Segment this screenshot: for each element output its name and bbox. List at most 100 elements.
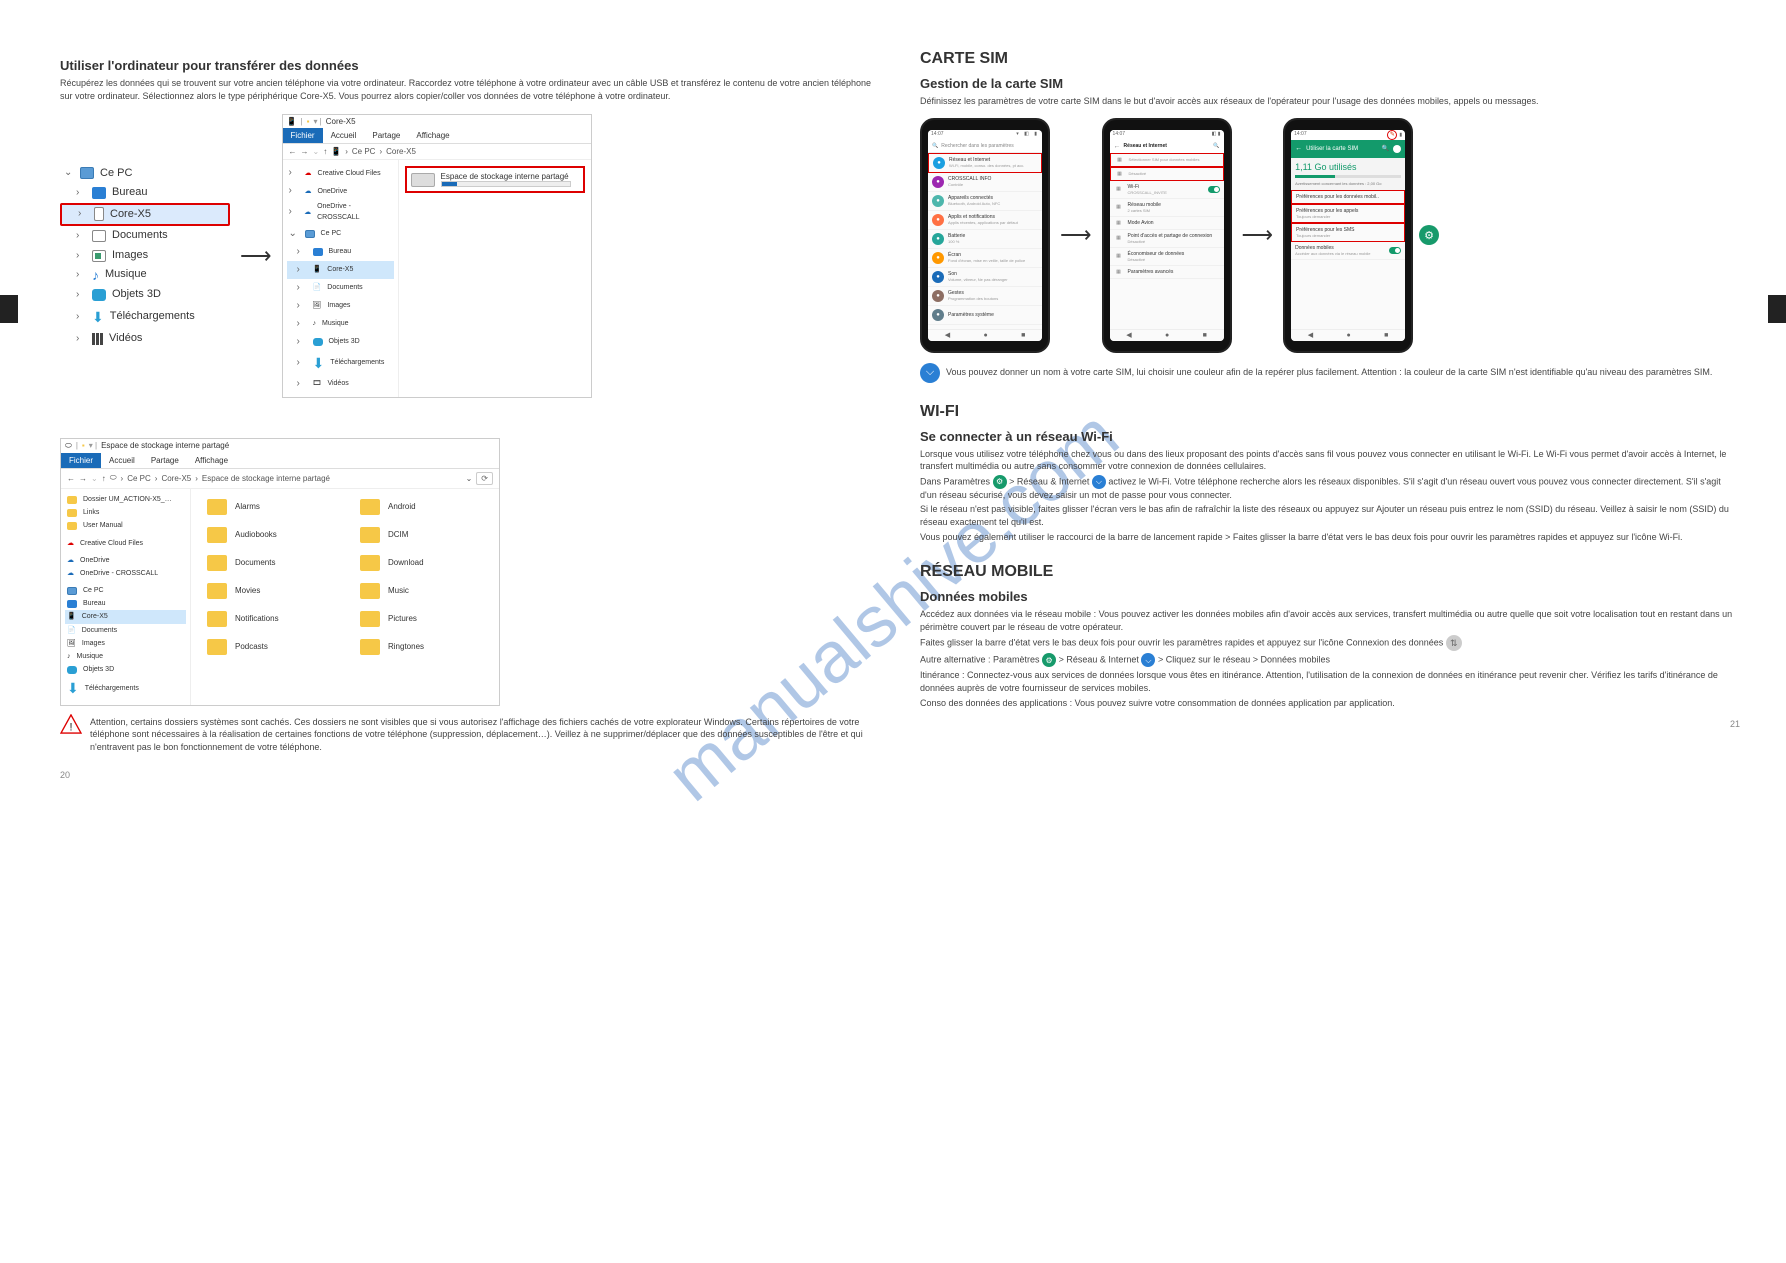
network-row[interactable]: ▦Sélectionner SIM pour données mobiles — [1110, 153, 1224, 167]
nav-item[interactable]: Objets 3D — [65, 663, 186, 676]
nav-item[interactable]: ☁OneDrive - CROSSCALL — [65, 567, 186, 580]
nav-item[interactable]: User Manual — [65, 519, 186, 532]
back-icon[interactable]: ← — [289, 147, 297, 156]
tab-fichier[interactable]: Fichier — [283, 128, 323, 143]
search-icon[interactable]: 🔍 — [1382, 145, 1389, 152]
tree-item-videos[interactable]: › Vidéos — [60, 329, 230, 349]
tab-affichage[interactable]: Affichage — [187, 453, 236, 468]
tree-item-images[interactable]: › Images — [60, 246, 230, 266]
breadcrumb-a[interactable]: Ce PC — [352, 147, 376, 156]
nav-item-selected[interactable]: ›📱Core-X5 — [287, 261, 394, 279]
nav-item[interactable]: ›☁OneDrive - CROSSCALL — [287, 200, 394, 224]
edit-icon[interactable]: ✎ — [1387, 130, 1397, 140]
tab-fichier[interactable]: Fichier — [61, 453, 101, 468]
settings-row[interactable]: ●Batterie100 % — [928, 230, 1042, 249]
breadcrumb-b[interactable]: Core-X5 — [386, 147, 416, 156]
nav-item[interactable]: Bureau — [65, 597, 186, 610]
folder-music[interactable]: Music — [360, 583, 483, 599]
forward-icon[interactable]: → — [301, 147, 309, 156]
tree-item-bureau[interactable]: › Bureau — [60, 183, 230, 203]
settings-row[interactable]: ●Appareils connectésBluetooth, Android A… — [928, 192, 1042, 211]
network-row[interactable]: ▦Économiseur de donnéesDésactivé — [1110, 248, 1224, 266]
nav-item-selected[interactable]: 📱Core-X5 — [65, 610, 186, 623]
address-bar[interactable]: ← → ⌄ ↑ ⬭ › Ce PC › Core-X5 › Espace de … — [61, 469, 499, 489]
folder-pictures[interactable]: Pictures — [360, 611, 483, 627]
folder-notifications[interactable]: Notifications — [207, 611, 330, 627]
forward-icon[interactable]: → — [79, 474, 87, 483]
tree-item-corex5[interactable]: › Core-X5 — [60, 203, 230, 227]
nav-item[interactable]: Links — [65, 506, 186, 519]
folder-download[interactable]: Download — [360, 555, 483, 571]
refresh-icon[interactable]: ⟳ — [476, 472, 493, 485]
up-icon[interactable]: ⌄ — [313, 147, 320, 156]
network-row[interactable]: ▦Paramètres avancés — [1110, 266, 1224, 279]
sim-pref-row[interactable]: Données mobilesAccéder aux données via l… — [1291, 242, 1405, 260]
tab-accueil[interactable]: Accueil — [101, 453, 143, 468]
tree-item-documents[interactable]: › Documents — [60, 226, 230, 246]
nav-item[interactable]: ♪Musique — [65, 650, 186, 663]
search-icon[interactable]: 🔍 — [1213, 143, 1219, 149]
sim-pref-row[interactable]: Préférences pour les SMSToujours demande… — [1291, 223, 1405, 242]
back-icon[interactable]: ← — [67, 474, 75, 483]
folder-documents[interactable]: Documents — [207, 555, 330, 571]
folder-movies[interactable]: Movies — [207, 583, 330, 599]
tab-partage[interactable]: Partage — [143, 453, 187, 468]
nav-item[interactable]: 📄Documents — [65, 624, 186, 637]
settings-row[interactable]: ●GestesProgrammation des boutons — [928, 287, 1042, 306]
back-icon[interactable]: ← — [1295, 145, 1302, 152]
nav-item[interactable]: Dossier UM_ACTION-X5_… — [65, 493, 186, 506]
breadcrumb-c[interactable]: Espace de stockage interne partagé — [202, 474, 330, 483]
search-row[interactable]: 🔍Rechercher dans les paramètres — [928, 140, 1042, 152]
network-row[interactable]: ▦Point d'accès et partage de connexionDé… — [1110, 230, 1224, 248]
address-bar[interactable]: ← → ⌄ ↑ 📱 › Ce PC › Core-X5 — [283, 144, 591, 160]
network-row[interactable]: ▦Wi-FiCROSSCALL_INVITE — [1110, 181, 1224, 199]
nav-item[interactable]: ›⬇Téléchargements — [287, 351, 394, 375]
network-row[interactable]: ▦Réseau mobile2 cartes SIM — [1110, 199, 1224, 217]
network-row[interactable]: ▦Mode Avion — [1110, 217, 1224, 230]
tab-affichage[interactable]: Affichage — [408, 128, 457, 143]
nav-item[interactable]: ›🖼Images — [287, 297, 394, 315]
nav-item[interactable]: ›♪Musique — [287, 315, 394, 333]
tree-item-musique[interactable]: › ♪ Musique — [60, 265, 230, 285]
back-icon[interactable]: ← — [1114, 143, 1121, 150]
up-icon[interactable]: ↑ — [323, 147, 327, 156]
nav-item[interactable]: ›Objets 3D — [287, 333, 394, 351]
shared-storage-drive[interactable]: Espace de stockage interne partagé — [405, 166, 585, 193]
toggle-on[interactable] — [1389, 247, 1401, 254]
breadcrumb-b[interactable]: Core-X5 — [161, 474, 191, 483]
folder-audiobooks[interactable]: Audiobooks — [207, 527, 330, 543]
folder-android[interactable]: Android — [360, 499, 483, 515]
sim-pref-row[interactable]: Préférences pour les appelsToujours dema… — [1291, 204, 1405, 223]
tab-accueil[interactable]: Accueil — [323, 128, 365, 143]
up-icon[interactable]: ↑ — [102, 474, 106, 483]
tree-item-telechargements[interactable]: › ⬇ Téléchargements — [60, 305, 230, 329]
nav-item[interactable]: ☁OneDrive — [65, 554, 186, 567]
nav-item[interactable]: ›☁OneDrive — [287, 182, 394, 200]
nav-item[interactable]: ›📄Documents — [287, 279, 394, 297]
nav-item[interactable]: ›Bureau — [287, 243, 394, 261]
tree-item-objets3d[interactable]: › Objets 3D — [60, 285, 230, 305]
settings-row[interactable]: ●Applis et notificationsApplis récentes,… — [928, 211, 1042, 230]
nav-item[interactable]: Ce PC — [65, 584, 186, 597]
folder-alarms[interactable]: Alarms — [207, 499, 330, 515]
folder-podcasts[interactable]: Podcasts — [207, 639, 330, 655]
sim-pref-row[interactable]: Préférences pour les données mobil.. — [1291, 190, 1405, 204]
nav-item[interactable]: ⬇Téléchargements — [65, 676, 186, 700]
settings-row[interactable]: ●Réseau et InternetWi-Fi, mobile, conso.… — [928, 153, 1042, 173]
nav-item[interactable]: ›🎞Vidéos — [287, 375, 394, 393]
toggle-on[interactable] — [1208, 186, 1220, 193]
nav-item[interactable]: ⌄Ce PC — [287, 225, 394, 243]
settings-row[interactable]: ●SonVolume, vibreur, Ne pas déranger — [928, 268, 1042, 287]
tree-root[interactable]: ⌄ Ce PC — [60, 164, 230, 184]
folder-ringtones[interactable]: Ringtones — [360, 639, 483, 655]
settings-row[interactable]: ●Paramètres système — [928, 306, 1042, 325]
nav-item[interactable]: ☁Creative Cloud Files — [65, 537, 186, 550]
tab-partage[interactable]: Partage — [364, 128, 408, 143]
breadcrumb-a[interactable]: Ce PC — [127, 474, 151, 483]
folder-dcim[interactable]: DCIM — [360, 527, 483, 543]
network-row[interactable]: ▦Désactivé — [1110, 167, 1224, 181]
settings-row[interactable]: ●CROSSCALL INFOContrôle — [928, 173, 1042, 192]
nav-item[interactable]: 🖼Images — [65, 637, 186, 650]
settings-row[interactable]: ●ÉcranFond d'écran, mise en veille, tail… — [928, 249, 1042, 268]
nav-item[interactable]: ›☁Creative Cloud Files — [287, 164, 394, 182]
